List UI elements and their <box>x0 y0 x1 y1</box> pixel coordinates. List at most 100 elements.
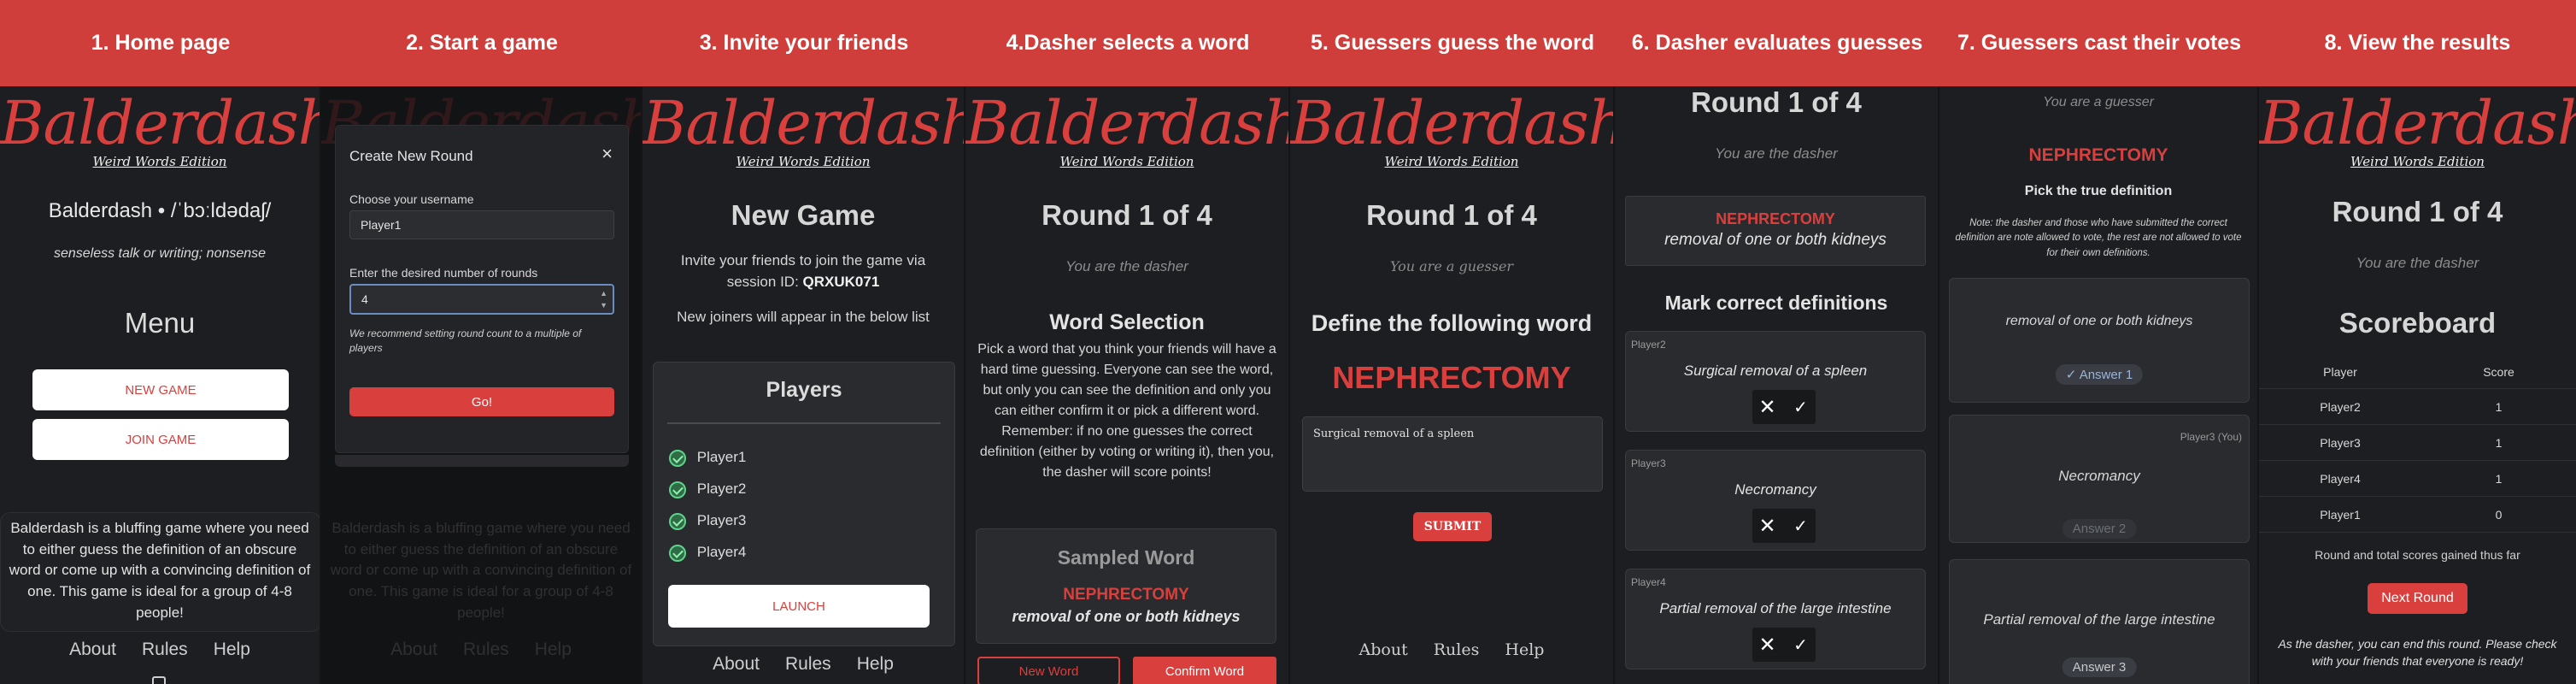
panel-results: Balderdash! Weird Words Edition Round 1 … <box>2259 86 2576 684</box>
section-title: Mark correct definitions <box>1664 292 1888 314</box>
check-icon <box>669 544 686 562</box>
answer-pill[interactable]: Answer 3 <box>2062 657 2137 677</box>
round-indicator: Round 1 of 4 <box>1366 199 1537 231</box>
help-link[interactable]: Help <box>214 640 250 660</box>
guess-textarea[interactable]: Surgical removal of a spleen <box>1302 416 1603 492</box>
confirm-word-button[interactable]: Confirm Word <box>1133 657 1276 684</box>
step-title-7: 7. Guessers cast their votes <box>1957 31 2242 55</box>
answer-pill-disabled: Answer 2 <box>2062 519 2137 539</box>
column-header: Score <box>2483 364 2514 379</box>
sampled-word: NEPHRECTOMY <box>1063 586 1189 604</box>
about-link[interactable]: About <box>713 654 760 675</box>
option-text: Necromancy <box>2058 468 2140 484</box>
reject-icon[interactable]: ✕ <box>1752 510 1782 541</box>
menu-title: Menu <box>124 307 196 339</box>
headword: Balderdash • /ˈbɔːldədaʃ/ <box>48 199 272 222</box>
help-link[interactable]: Help <box>1505 640 1544 659</box>
vote-option: Player3 (You) Necromancy Answer 2 <box>1949 415 2250 543</box>
section-title: Pick the true definition <box>2024 184 2173 198</box>
panel-guess: Balderdash! Weird Words Edition Round 1 … <box>1290 86 1615 684</box>
option-text: removal of one or both kidneys <box>2005 314 2193 328</box>
headword-definition: senseless talk or writing; nonsense <box>53 246 267 261</box>
word-card: NEPHRECTOMY removal of one or both kidne… <box>1625 196 1926 266</box>
answer-pill-selected[interactable]: ✓ Answer 1 <box>2055 364 2144 385</box>
help-link[interactable]: Help <box>857 654 894 675</box>
logo: Balderdash! Weird Words Edition <box>643 88 965 169</box>
role-indicator: You are the dasher <box>2356 255 2479 271</box>
guess-player: Player4 <box>1631 576 1666 588</box>
table-row: Player2 1 <box>2259 389 2576 425</box>
next-round-button[interactable]: Next Round <box>2368 583 2467 614</box>
game-description: Balderdash is a bluffing game where you … <box>9 520 311 621</box>
close-icon[interactable]: × <box>601 143 613 165</box>
own-definition-tag: Player3 (You) <box>2180 431 2242 443</box>
guess-text: Partial removal of the large intestine <box>1659 600 1892 616</box>
new-word-button[interactable]: New Word <box>977 657 1120 684</box>
username-label: Choose your username <box>349 192 474 206</box>
about-link[interactable]: About <box>1359 640 1408 659</box>
step-title-6: 6. Dasher evaluates guesses <box>1631 31 1923 55</box>
session-id: QRXUK071 <box>802 273 880 290</box>
reject-icon[interactable]: ✕ <box>1752 392 1782 422</box>
players-title: Players <box>766 378 842 402</box>
stepper-icon[interactable]: ▲ ▼ <box>600 287 607 311</box>
panel-invite: Balderdash! Weird Words Edition New Game… <box>643 86 965 684</box>
page-title: New Game <box>731 199 876 231</box>
vote-option[interactable]: removal of one or both kidneys ✓ Answer … <box>1949 278 2250 403</box>
step-title-8: 8. View the results <box>2324 31 2511 55</box>
panel-home: Balderdash! Weird Words Edition Balderda… <box>0 86 321 684</box>
list-item: Player1 <box>669 441 746 473</box>
players-list: Player1 Player2 Player3 Player4 <box>669 441 746 568</box>
reject-icon[interactable]: ✕ <box>1752 629 1782 660</box>
round-indicator: Round 1 of 4 <box>1691 86 1862 118</box>
rules-link[interactable]: Rules <box>142 640 188 660</box>
rounds-label: Enter the desired number of rounds <box>349 266 538 280</box>
guess-text: Surgical removal of a spleen <box>1683 363 1868 379</box>
logo: Balderdash! Weird Words Edition <box>2259 88 2576 169</box>
section-title: Word Selection <box>1049 310 1205 334</box>
accept-icon[interactable]: ✓ <box>1786 629 1816 660</box>
step-title-3: 3. Invite your friends <box>699 31 909 55</box>
rounds-input[interactable]: 4 ▲ ▼ <box>349 284 614 315</box>
guess-card: Player4 Partial removal of the large int… <box>1625 569 1926 669</box>
join-game-button[interactable]: JOIN GAME <box>32 419 289 460</box>
username-input[interactable]: Player1 <box>349 210 614 239</box>
sampled-word-card: Sampled Word NEPHRECTOMY removal of one … <box>976 528 1276 644</box>
instructions: Pick a word that you think your friends … <box>977 342 1276 480</box>
panel-start-game: Balderdash! Balderdash is a bluffing gam… <box>321 86 643 684</box>
launch-button[interactable]: LAUNCH <box>668 585 930 628</box>
vote-option[interactable]: Partial removal of the large intestine A… <box>1949 559 2250 684</box>
accept-icon[interactable]: ✓ <box>1786 510 1816 541</box>
list-item: Player2 <box>669 473 746 504</box>
footer-links: About Rules Help <box>1290 640 1613 659</box>
check-icon <box>669 512 686 530</box>
panel-vote: You are a guesser NEPHRECTOMY Pick the t… <box>1939 86 2259 684</box>
go-button[interactable]: Go! <box>349 387 614 416</box>
rules-link[interactable]: Rules <box>1434 640 1480 659</box>
role-indicator: You are a guesser <box>1389 258 1514 274</box>
dasher-note: As the dasher, you can end this round. P… <box>2278 637 2557 668</box>
github-icon[interactable] <box>152 676 166 684</box>
list-item: Player3 <box>669 504 746 536</box>
role-indicator: You are the dasher <box>1065 258 1188 274</box>
logo: Balderdash! Weird Words Edition <box>965 88 1290 169</box>
table-row: Player1 0 <box>2259 497 2576 533</box>
accept-icon[interactable]: ✓ <box>1786 392 1816 422</box>
guess-text: Necromancy <box>1734 481 1816 498</box>
about-link[interactable]: About <box>69 640 116 660</box>
new-game-button[interactable]: NEW GAME <box>32 369 289 410</box>
panel-evaluate: Round 1 of 4 You are the dasher NEPHRECT… <box>1615 86 1939 684</box>
rounds-hint: We recommend setting round count to a mu… <box>349 327 582 354</box>
table-row: Player4 1 <box>2259 461 2576 497</box>
rules-link[interactable]: Rules <box>785 654 831 675</box>
option-text: Partial removal of the large intestine <box>1983 611 2215 628</box>
target-word: NEPHRECTOMY <box>1332 360 1571 395</box>
sampled-title: Sampled Word <box>1057 546 1195 569</box>
guess-player: Player3 <box>1631 457 1666 469</box>
submit-button[interactable]: SUBMIT <box>1413 512 1492 541</box>
role-indicator: You are a guesser <box>2043 95 2154 109</box>
logo: Balderdash! Weird Words Edition <box>0 88 321 169</box>
panel-word-selection: Balderdash! Weird Words Edition Round 1 … <box>965 86 1290 684</box>
scoreboard-caption: Round and total scores gained thus far <box>2315 548 2520 562</box>
round-indicator: Round 1 of 4 <box>1042 199 1212 231</box>
